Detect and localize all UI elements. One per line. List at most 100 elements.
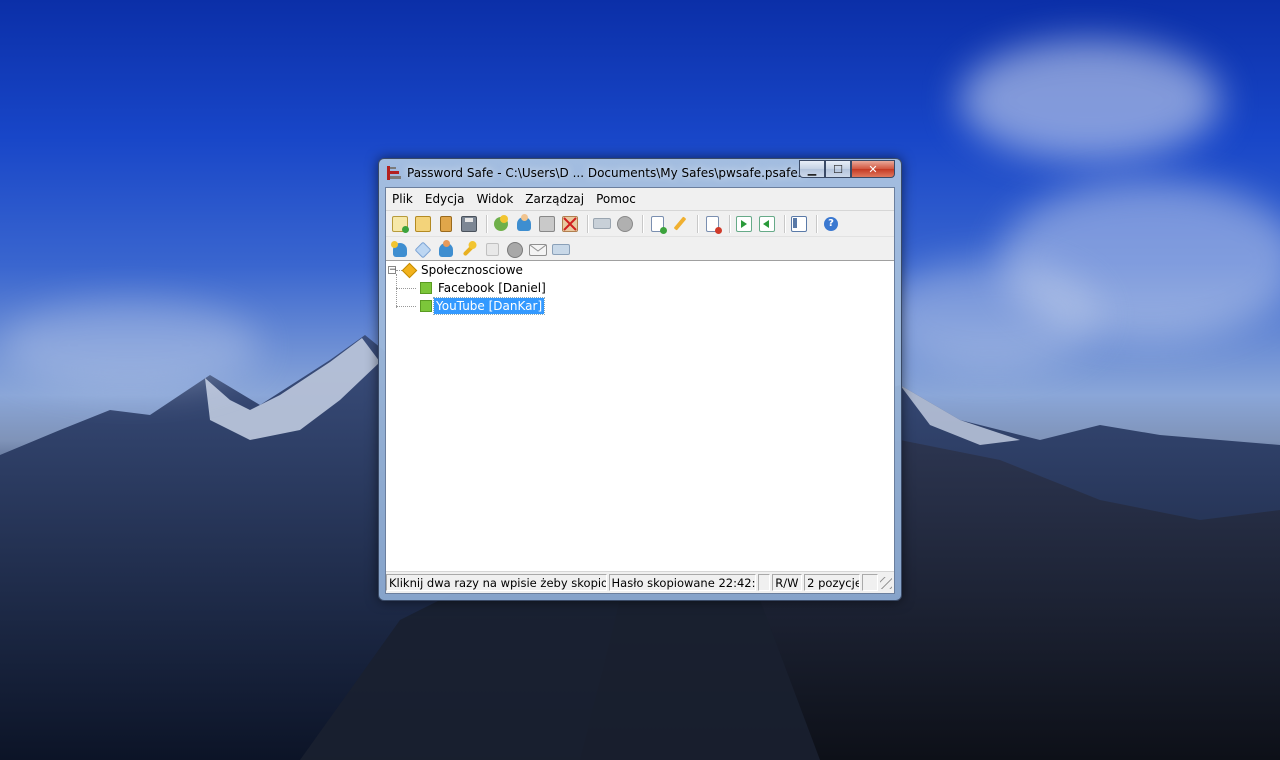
tag-icon [414,241,432,258]
menu-bar: Plik Edycja Widok Zarządzaj Pomoc [386,188,894,211]
status-mode: R/W [772,574,803,591]
autotype-button[interactable] [592,214,612,234]
add-entry-button[interactable] [647,214,667,234]
delete-entry-button[interactable] [702,214,722,234]
menu-edycja[interactable]: Edycja [419,189,471,209]
close-button[interactable]: ✕ [851,160,895,178]
password-safe-app-icon [387,166,401,180]
user-icon [439,239,453,257]
menu-zarzadzaj[interactable]: Zarządzaj [519,189,590,209]
copy-password-entry-button[interactable] [390,240,410,260]
minimize-icon: ▁ [807,162,817,176]
copy-password-button[interactable] [491,214,511,234]
clear-clipboard-button[interactable] [560,214,580,234]
expand-all-button[interactable] [734,214,754,234]
help-icon: ? [824,216,838,231]
tree-connector [396,288,416,289]
minimize-button[interactable]: ▁ [799,160,825,178]
notes-icon [485,243,499,256]
envelope-flap-icon [530,244,546,252]
resize-grip-icon[interactable] [880,576,892,589]
tree-connector [396,274,397,308]
email-button[interactable] [528,240,548,260]
window-client-area: Plik Edycja Widok Zarządzaj Pomoc ? − Sp… [385,187,895,594]
new-database-icon [392,215,409,233]
password-safe-window: Password Safe - C:\Users\D ... Documents… [378,158,902,601]
status-hint: Kliknij dwa razy na wpisie żeby skopiowa… [386,574,607,591]
entry-toolbar [386,236,894,262]
entry-icon [420,300,432,312]
keyboard-button[interactable] [551,240,571,260]
options-icon [791,215,807,232]
help-button[interactable]: ? [821,214,841,234]
open-database-icon [415,215,431,232]
title-bar[interactable]: Password Safe - C:\Users\D ... Documents… [379,159,901,187]
copy-username-button[interactable] [514,213,534,234]
save-database-icon [461,215,477,232]
status-empty-pane [758,574,771,591]
key-button[interactable] [459,238,479,260]
copy-notes-button[interactable] [537,214,557,234]
toolbar-separator [587,214,588,233]
options-button[interactable] [789,214,809,234]
toolbar-separator [729,214,730,233]
edit-entry-icon [673,216,687,231]
new-database-button[interactable] [390,214,410,234]
group-folder-icon [401,262,418,278]
email-icon [529,243,547,256]
collapse-toggle-icon[interactable]: − [388,266,397,275]
delete-entry-icon [705,215,722,234]
expand-all-icon [736,215,752,232]
tag-button[interactable] [413,240,433,260]
group-label: Społecznosciowe [421,263,523,277]
disc-icon [507,241,523,258]
edit-entry-button[interactable] [670,214,690,234]
browse-url-button[interactable] [615,214,635,234]
main-toolbar: ? [386,211,894,236]
copy-password-icon [494,214,508,231]
toolbar-separator [642,214,643,233]
open-database-button[interactable] [413,214,433,234]
red-x-icon [563,216,577,231]
collapse-all-button[interactable] [757,214,777,234]
toolbar-separator [784,214,785,233]
tree-entry-row-selected[interactable]: YouTube [DanKar] [420,297,546,315]
autotype-icon [593,218,611,229]
entry-label: YouTube [DanKar] [432,297,546,315]
toolbar-separator [697,214,698,233]
status-copied: Hasło skopiowane 22:42:37 [608,574,757,591]
menu-plik[interactable]: Plik [386,189,419,209]
toolbar-separator [486,214,487,233]
caption-buttons: ▁ ☐ ✕ [799,160,895,179]
key-icon [462,238,479,256]
user-button[interactable] [436,239,456,260]
entry-tree[interactable]: − Społecznosciowe Facebook [Daniel] YouT… [386,260,894,571]
maximize-icon: ☐ [833,162,843,176]
close-database-icon [440,215,452,232]
copy-password-entry-icon [391,240,407,257]
menu-widok[interactable]: Widok [470,189,519,209]
disc-button[interactable] [505,240,525,260]
status-bar: Kliknij dwa razy na wpisie żeby skopiowa… [386,571,894,593]
tree-entry-row[interactable]: Facebook [Daniel] [420,279,548,297]
entry-icon [420,282,432,294]
toolbar-separator [816,214,817,233]
window-title: Password Safe - C:\Users\D ... Documents… [407,166,806,180]
status-empty-pane-2 [862,574,879,591]
browse-url-icon [617,215,633,232]
copy-notes-icon [539,215,555,232]
maximize-button[interactable]: ☐ [825,160,851,178]
keyboard-icon [552,244,570,255]
close-database-button[interactable] [436,214,456,234]
notes-button[interactable] [482,240,502,260]
save-database-button[interactable] [459,214,479,234]
clear-clipboard-icon [562,215,578,232]
menu-pomoc[interactable]: Pomoc [590,189,642,209]
tree-connector [396,306,416,307]
entry-label: Facebook [Daniel] [438,281,546,295]
copy-username-icon [517,213,531,231]
close-icon: ✕ [868,162,878,176]
tree-group-row[interactable]: − Społecznosciowe [388,261,525,279]
collapse-all-icon [759,215,775,232]
add-entry-icon [650,215,667,234]
